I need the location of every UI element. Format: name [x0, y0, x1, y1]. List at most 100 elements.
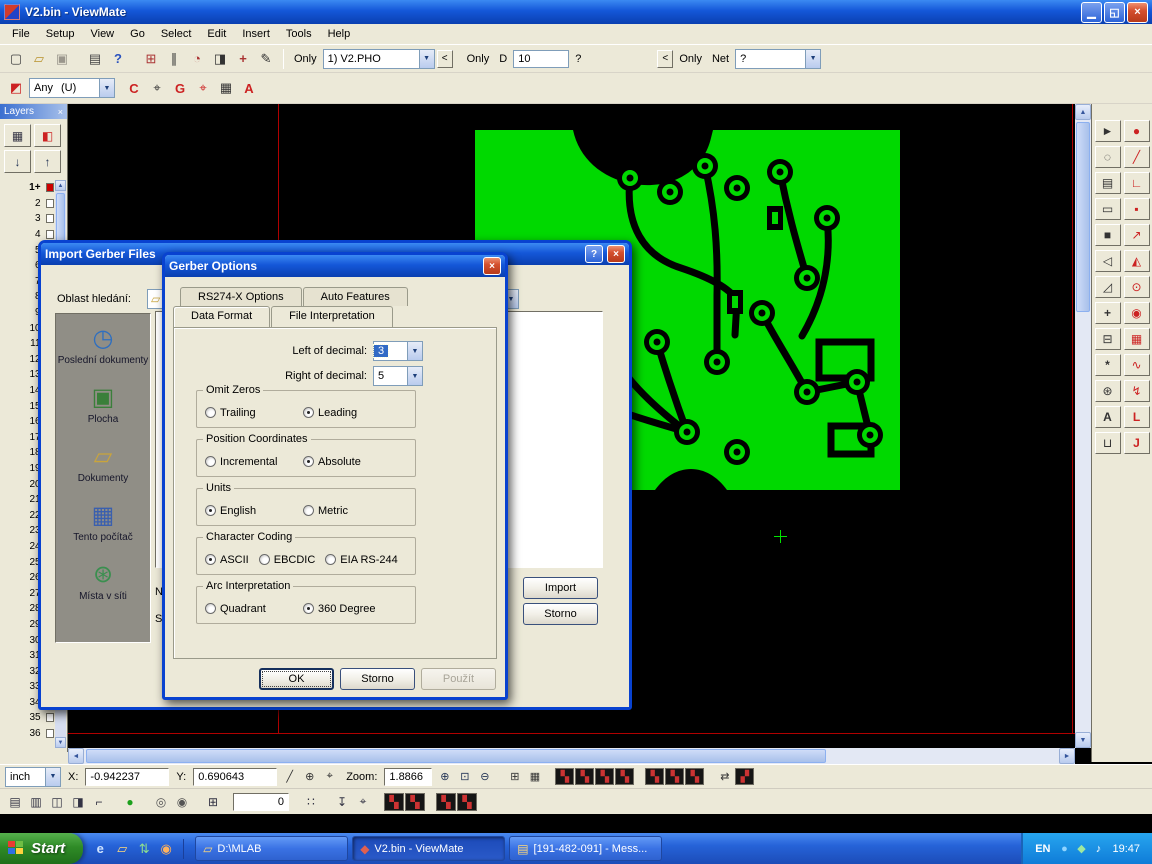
help-button[interactable]: ? — [585, 245, 603, 263]
taskbar-button-191-482-091-mess[interactable]: ▤[191-482-091] - Mess... — [509, 836, 662, 861]
import-close-button[interactable]: × — [607, 245, 625, 263]
radio-dot-icon[interactable] — [303, 603, 314, 614]
menu-file[interactable]: File — [4, 26, 38, 42]
zoom-in-icon[interactable]: ⊕ — [435, 768, 454, 785]
folder-launch-icon[interactable]: ▱ — [112, 839, 132, 859]
layer-color-swatch[interactable] — [46, 214, 54, 223]
chevron-down-icon[interactable]: ▼ — [45, 768, 60, 786]
outline-mode-icon[interactable]: ⌐ — [89, 793, 109, 811]
trace-target-icon[interactable]: ⌖ — [192, 78, 214, 98]
place-tento-po-ta[interactable]: ▦Tento počítač — [56, 503, 150, 543]
radio-dot-icon[interactable] — [259, 554, 270, 565]
layer-row-35[interactable]: 35 — [2, 710, 54, 726]
axis-cross-icon[interactable]: ⌖ — [353, 793, 373, 811]
overlay-2-icon[interactable]: ▚ — [575, 768, 594, 785]
messenger-tray-icon[interactable]: ◆ — [1073, 841, 1089, 857]
unit-combo[interactable]: inch ▼ — [5, 767, 61, 787]
grid-value-field[interactable]: 0 — [233, 793, 289, 811]
layer-swatch-icon[interactable]: ◧ — [34, 124, 61, 147]
dcode-query-button[interactable]: ? — [571, 53, 585, 65]
letter-j-icon[interactable]: J — [1124, 432, 1150, 454]
radio-dot-icon[interactable] — [303, 505, 314, 516]
tab-rs274-x-options[interactable]: RS274-X Options — [180, 287, 302, 306]
sketch-icon[interactable]: ✎ — [255, 49, 277, 69]
menu-go[interactable]: Go — [122, 26, 153, 42]
menu-setup[interactable]: Setup — [38, 26, 83, 42]
only-net-label[interactable]: Only — [675, 53, 706, 65]
scroll-right-icon[interactable]: ► — [1059, 748, 1075, 764]
radio-incremental[interactable]: Incremental — [205, 456, 293, 468]
layer-list-icon[interactable]: ▤ — [5, 793, 25, 811]
negative-view-icon[interactable]: ◨ — [68, 793, 88, 811]
horizontal-scrollbar-thumb[interactable] — [86, 749, 826, 763]
open-folder-icon[interactable]: ▱ — [28, 49, 50, 69]
vertical-scrollbar-thumb[interactable] — [1076, 122, 1090, 312]
datum-anchor-icon[interactable]: ⌖ — [320, 768, 339, 785]
place-plocha[interactable]: ▣Plocha — [56, 385, 150, 425]
tab-data-format[interactable]: Data Format — [173, 306, 270, 327]
zoom-out-icon[interactable]: ⊖ — [475, 768, 494, 785]
layer-down-icon[interactable]: ↓ — [4, 150, 31, 173]
place-m-sta-v-s-ti[interactable]: ⊛Místa v síti — [56, 562, 150, 602]
taskbar-button-v2-bin-viewmate[interactable]: ◆V2.bin - ViewMate — [352, 836, 505, 861]
clock[interactable]: 19:47 — [1112, 843, 1140, 855]
dash-icon[interactable]: ⊟ — [1095, 328, 1121, 350]
layer-color-swatch[interactable] — [46, 729, 54, 738]
chevron-down-icon[interactable]: ▼ — [99, 79, 114, 97]
scroll-down-icon[interactable]: ▼ — [55, 737, 66, 748]
radio-dot-icon[interactable] — [205, 407, 216, 418]
origin-target-icon[interactable]: ⊕ — [300, 768, 319, 785]
lasso-icon[interactable]: ◌ — [1095, 146, 1121, 168]
right-of-decimal-combo[interactable]: 5▼ — [373, 366, 423, 386]
circle-target-icon[interactable]: ⊙ — [1124, 276, 1150, 298]
radio-dot-icon[interactable] — [303, 407, 314, 418]
menu-edit[interactable]: Edit — [199, 26, 234, 42]
tab-file-interpretation[interactable]: File Interpretation — [271, 306, 393, 327]
overlay-6-icon[interactable]: ▚ — [665, 768, 684, 785]
ruler-icon[interactable]: ⊔ — [1095, 432, 1121, 454]
left-of-decimal-combo[interactable]: 3▼ — [373, 341, 423, 361]
g-command-icon[interactable]: G — [169, 78, 191, 98]
snap-anchor-icon[interactable]: ↧ — [332, 793, 352, 811]
chevron-down-icon[interactable]: ▼ — [407, 342, 422, 360]
shield-tray-icon[interactable]: ● — [1056, 841, 1072, 857]
film-1-icon[interactable]: ▚ — [384, 793, 404, 811]
highlight-lamp-icon[interactable]: ◎ — [151, 793, 171, 811]
horizontal-scrollbar[interactable]: ◄ ► — [68, 748, 1075, 764]
point-icon[interactable]: ● — [1124, 120, 1150, 142]
layer-row-2[interactable]: 2 — [2, 196, 54, 212]
status-dot-icon[interactable]: ● — [120, 793, 140, 811]
probe-lamp-icon[interactable]: ◉ — [172, 793, 192, 811]
net-grid-icon[interactable]: ▦ — [215, 78, 237, 98]
vertical-scrollbar[interactable]: ▲ ▼ — [1075, 104, 1091, 748]
menu-select[interactable]: Select — [153, 26, 200, 42]
letter-l-icon[interactable]: L — [1124, 406, 1150, 428]
browser-globe-icon[interactable]: ◉ — [156, 839, 176, 859]
donut-icon[interactable]: ◉ — [1124, 302, 1150, 324]
g-code-icon[interactable]: ◔ — [186, 49, 208, 69]
radio-absolute[interactable]: Absolute — [303, 456, 361, 468]
chevron-down-icon[interactable]: ▼ — [419, 50, 434, 68]
scroll-left-icon[interactable]: ◄ — [68, 748, 84, 764]
c-command-icon[interactable]: C — [123, 78, 145, 98]
scroll-up-icon[interactable]: ▲ — [55, 180, 66, 191]
close-button[interactable]: × — [1127, 2, 1148, 23]
scroll-up-icon[interactable]: ▲ — [1075, 104, 1091, 120]
language-indicator[interactable]: EN — [1035, 843, 1050, 855]
radio-english[interactable]: English — [205, 505, 293, 517]
pan-icon[interactable]: + — [1095, 302, 1121, 324]
prev-layer-button[interactable]: < — [437, 50, 453, 68]
cross-icon[interactable]: + — [232, 49, 254, 69]
new-file-icon[interactable]: ▢ — [5, 49, 27, 69]
layer-color-swatch[interactable] — [46, 713, 54, 722]
volume-tray-icon[interactable]: ♪ — [1090, 841, 1106, 857]
radio-dot-icon[interactable] — [325, 554, 336, 565]
layer-color-swatch[interactable] — [46, 183, 54, 192]
arrow-ne-icon[interactable]: ↗ — [1124, 224, 1150, 246]
net-table-icon[interactable]: ▦ — [525, 768, 544, 785]
overlay-3-icon[interactable]: ▚ — [595, 768, 614, 785]
update-arrows-icon[interactable]: ⇅ — [134, 839, 154, 859]
radio-ascii[interactable]: ASCII — [205, 554, 249, 566]
restore-button[interactable]: ◱ — [1104, 2, 1125, 23]
mirror-left-icon[interactable]: ◁ — [1095, 250, 1121, 272]
